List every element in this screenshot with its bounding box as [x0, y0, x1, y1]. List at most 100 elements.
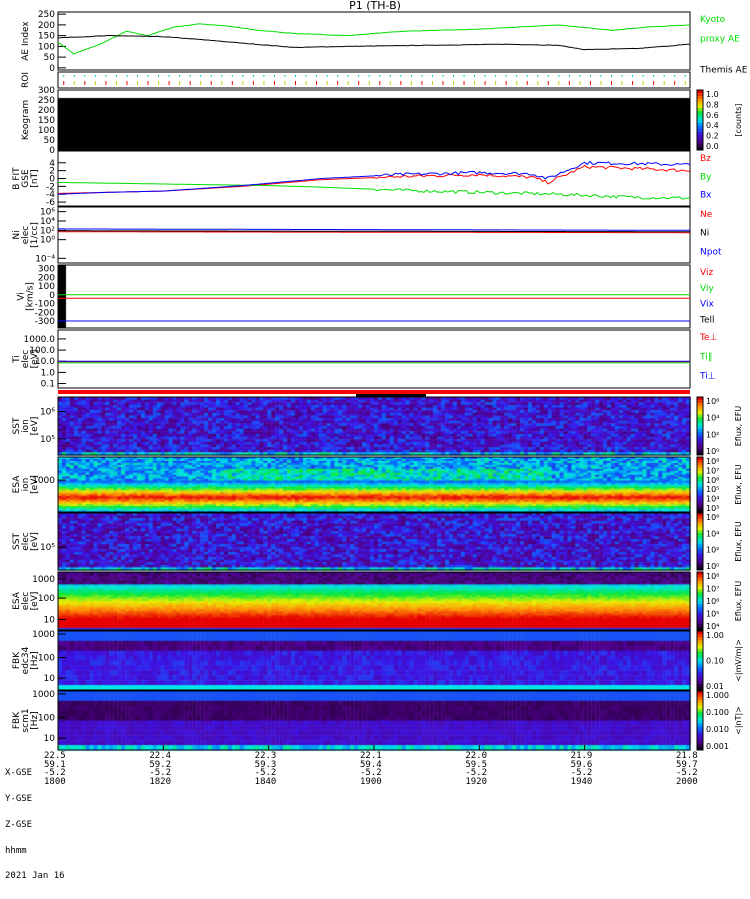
y-axis-label: [eV] — [30, 417, 40, 436]
legend-entry: Kyoto — [700, 15, 726, 25]
y-tick-label: 10 — [44, 616, 56, 626]
colorbar-segment — [697, 609, 703, 614]
roi-marker — [84, 81, 86, 85]
roi-marker — [105, 81, 107, 85]
colorbar-segment — [697, 538, 703, 542]
colorbar-segment — [697, 723, 703, 727]
colorbar-segment — [697, 550, 703, 554]
roi-marker — [642, 75, 644, 77]
y-tick-label: 1.0 — [41, 368, 56, 378]
x-tick-t: 2000 — [676, 776, 698, 787]
legend-entry: proxy AE — [700, 34, 740, 44]
colorbar-segment — [697, 648, 703, 653]
roi-marker — [568, 75, 570, 77]
y-tick-label: 300 — [38, 86, 55, 96]
panel-fbk1: FBK edc34 [Hz]1000100101.000.100.01<|mV/m|… — [12, 630, 743, 691]
colorbar-segment — [697, 636, 703, 641]
roi-marker — [526, 81, 528, 85]
roi-marker — [684, 81, 686, 85]
colorbar-segment — [697, 564, 703, 568]
roi-marker — [600, 75, 602, 77]
colorbar-segment — [697, 129, 703, 133]
colorbar-segment — [697, 642, 703, 647]
colorbar-segment — [697, 123, 703, 127]
roi-marker — [273, 75, 275, 77]
colorbar-segment — [697, 120, 703, 124]
colorbar-tick: 1.0 — [706, 90, 719, 99]
panel-esa_i: ESA ion [eV]100010⁸10⁷10⁶10⁵10⁴10³Eflux, E… — [12, 456, 743, 513]
roi-marker — [179, 75, 181, 77]
roi-marker — [137, 75, 138, 77]
colorbar-segment — [697, 592, 703, 596]
colorbar-segment — [697, 651, 703, 656]
colorbar-tick: 10⁴ — [706, 622, 719, 631]
colorbar-segment — [697, 527, 703, 531]
colorbar-segment — [697, 397, 703, 401]
panel-frame — [57, 690, 691, 751]
colorbar-tick: 10⁷ — [706, 466, 719, 475]
colorbar-segment — [697, 420, 703, 424]
colorbar-segment — [697, 102, 703, 106]
colorbar: 1.00.8 0.60.4 0.20.0 [counts] — [696, 89, 743, 151]
colorbar-tick: 0.6 — [706, 111, 719, 120]
colorbar-segment — [697, 408, 703, 412]
roi-marker — [273, 81, 275, 85]
roi-marker — [474, 75, 476, 77]
colorbar-label: [counts] — [734, 104, 743, 137]
panel-frame — [57, 264, 691, 329]
colorbar-tick: 0.10 — [706, 657, 724, 666]
colorbar-segment — [697, 720, 703, 724]
y-tick-label: 200 — [38, 21, 55, 31]
roi-marker — [400, 81, 402, 85]
roi-marker — [158, 75, 160, 77]
colorbar-tick: 10⁶ — [706, 397, 719, 406]
roi-marker — [453, 75, 454, 77]
roi-marker — [252, 75, 254, 77]
legend-entry: Themis AE — [699, 66, 748, 76]
colorbar-label: <|nT|> — [734, 706, 743, 735]
roi-marker — [252, 81, 254, 85]
roi-marker — [589, 75, 591, 77]
roi-marker — [463, 81, 465, 85]
colorbar-tick: 10⁶ — [706, 476, 719, 485]
panel-frame — [57, 89, 691, 151]
colorbar-tick: 10⁴ — [706, 414, 719, 423]
roi-marker — [537, 75, 539, 77]
colorbar-segment — [697, 696, 703, 701]
roi-marker — [242, 81, 244, 85]
colorbar-tick: 10⁵ — [706, 610, 719, 619]
colorbar-segment — [697, 558, 703, 562]
panel-keo: Keogram 300250200150100500 1.00.8 0.60.4 0.2… — [21, 86, 743, 156]
colorbar-segment — [697, 633, 703, 638]
roi-marker — [316, 81, 318, 85]
colorbar-tick: 0.0 — [706, 142, 719, 151]
roi-marker — [463, 75, 465, 77]
roi-marker — [621, 75, 623, 77]
roi-marker — [337, 81, 339, 85]
x-tick-label: 22.4 59.2 -5.2 1820 — [149, 752, 171, 786]
roi-marker — [326, 75, 328, 77]
colorbar: 1.00 0.10 0.01 <|mV/m|> — [696, 630, 743, 691]
y-tick-label: 200 — [38, 106, 55, 116]
roi-marker — [589, 81, 591, 85]
x-tick-t: 1820 — [149, 776, 172, 787]
legend-entry: Ni — [700, 229, 709, 239]
colorbar-segment — [697, 446, 703, 450]
colorbar-tick: 10² — [706, 546, 719, 555]
colorbar-segment — [697, 572, 703, 576]
roi-marker — [516, 75, 518, 77]
colorbar-segment — [697, 684, 703, 688]
roi-marker — [115, 75, 117, 77]
colorbar-label: Eflux, EFU — [734, 406, 743, 447]
roi-marker — [389, 75, 391, 77]
colorbar-segment — [697, 606, 703, 611]
colorbar-label: Eflux, EFU — [734, 464, 743, 505]
roi-marker — [516, 81, 518, 85]
y-tick-label: 1000 — [32, 476, 55, 486]
roi-marker — [642, 81, 644, 85]
roi-marker — [126, 81, 128, 85]
colorbar-segment — [697, 589, 703, 593]
roi-marker — [147, 81, 149, 85]
colorbar: 10⁶ 10⁴ 10² 10⁰ Eflux, EFU — [696, 512, 743, 571]
colorbar-segment — [697, 535, 703, 540]
